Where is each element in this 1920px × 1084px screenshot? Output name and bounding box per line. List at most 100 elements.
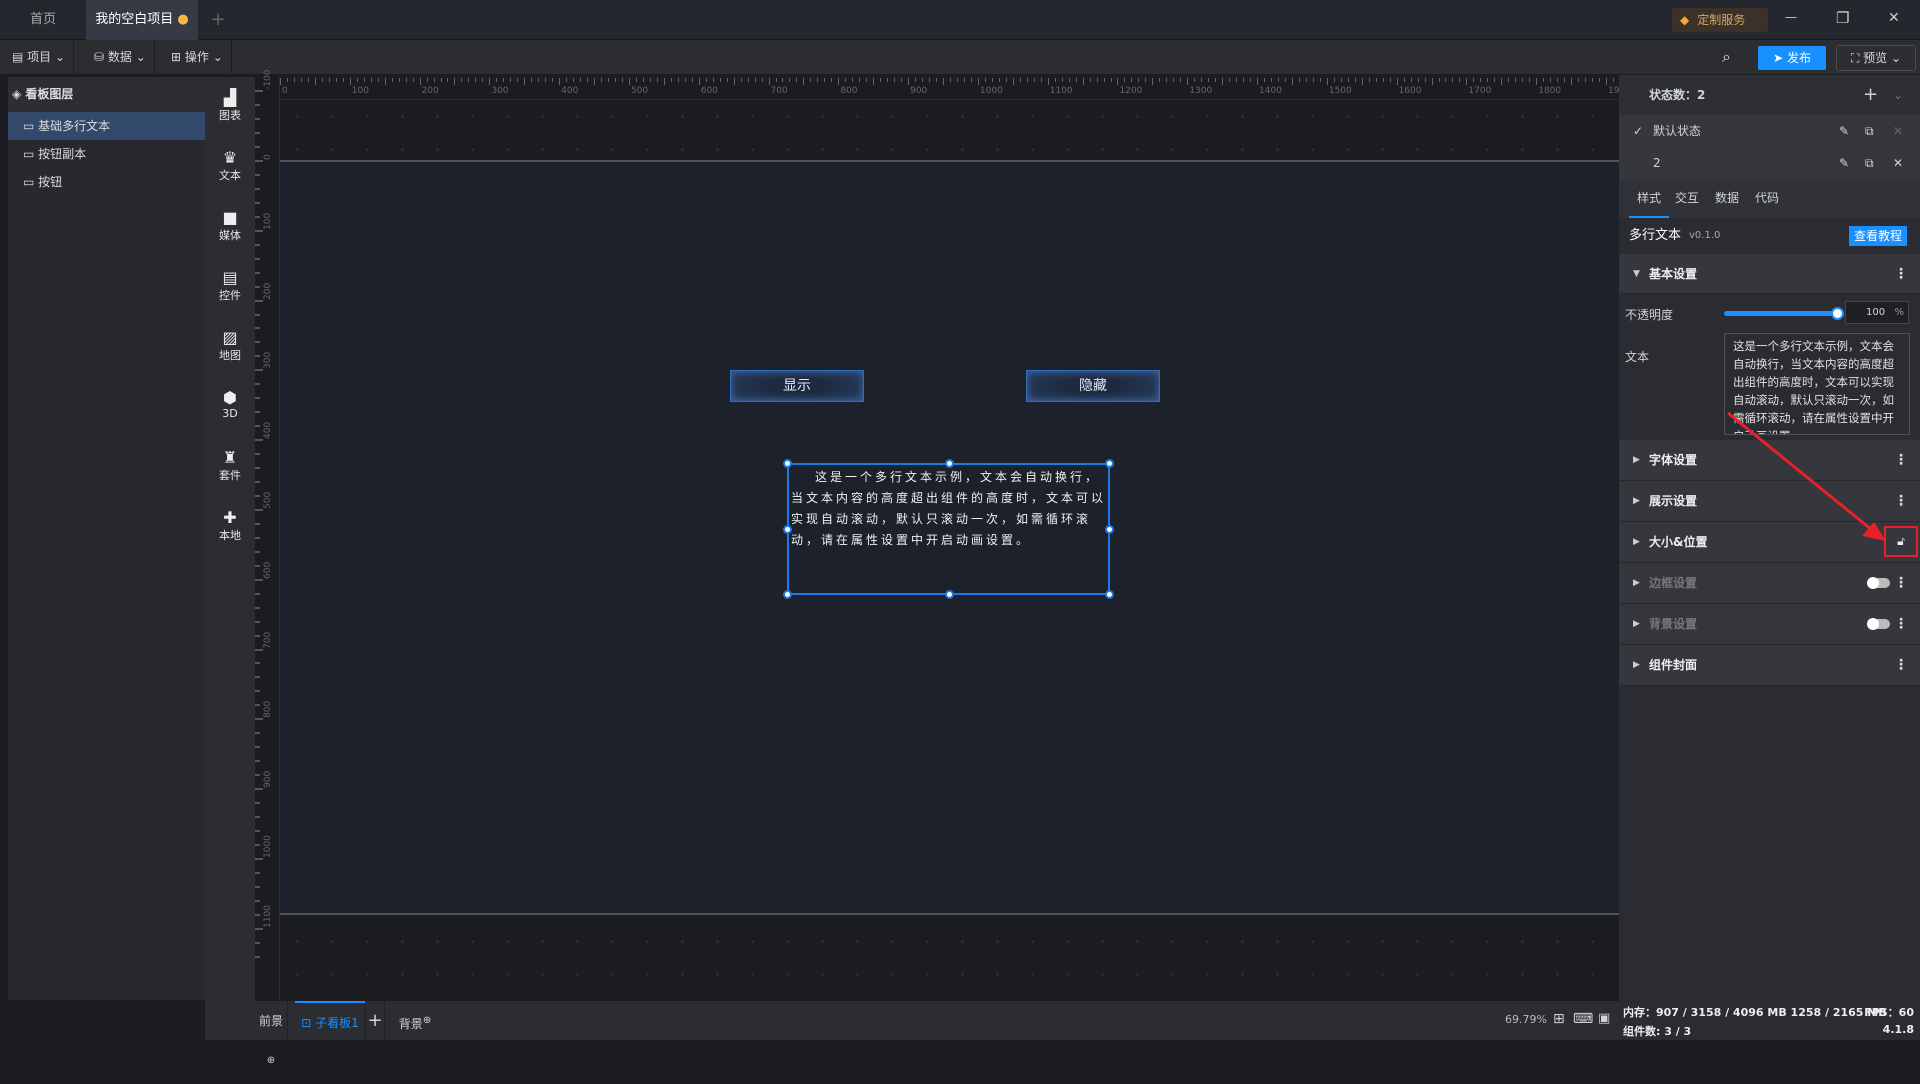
tab-interaction[interactable]: 交互 [1675, 180, 1699, 216]
more-icon[interactable]: ⋮ [1894, 481, 1908, 521]
layer-item[interactable]: ▭ 基础多行文本 [8, 112, 205, 140]
tab-style[interactable]: 样式 [1629, 180, 1669, 218]
add-board-button[interactable]: + [365, 1001, 385, 1041]
ruler-tick [1501, 78, 1503, 85]
add-circle-icon[interactable]: ⊕ [267, 1055, 275, 1066]
minimize-button[interactable]: — [1785, 10, 1797, 24]
more-icon[interactable]: ⋮ [1894, 254, 1908, 294]
section-font[interactable]: ▶ 字体设置 ⋮ [1619, 440, 1920, 481]
text-category[interactable]: ♛ 文本 [205, 149, 255, 183]
ruler-tick [740, 78, 742, 82]
resize-handle[interactable] [1105, 459, 1114, 468]
zoom-level[interactable]: 69.79% [1505, 1013, 1547, 1026]
ruler-tick [391, 78, 393, 82]
restore-button[interactable]: ❐ [1836, 9, 1849, 27]
ruler-tick [1585, 78, 1587, 82]
layer-item[interactable]: ▭ 按钮 [8, 168, 205, 196]
section-background[interactable]: ▶ 背景设置 ⋮ [1619, 604, 1920, 645]
search-icon[interactable]: ⌕ [1722, 47, 1731, 67]
text-input[interactable]: 这是一个多行文本示例，文本会自动换行，当文本内容的高度超出组件的高度时，文本可以… [1724, 333, 1910, 435]
keyboard-icon[interactable]: ⌨ [1573, 1011, 1593, 1027]
hide-button[interactable]: 隐藏 [1026, 370, 1160, 402]
resize-handle[interactable] [945, 459, 954, 468]
section-cover[interactable]: ▶ 组件封面 ⋮ [1619, 645, 1920, 686]
slider-thumb[interactable] [1831, 307, 1844, 320]
custom-service-button[interactable]: ◆ 定制服务 [1672, 8, 1768, 32]
ruler-label: 400 [263, 421, 273, 440]
ruler-tick [698, 78, 700, 85]
media-category[interactable]: ■ 媒体 [205, 209, 255, 243]
ruler-tick [1124, 78, 1126, 82]
close-button[interactable]: ✕ [1888, 10, 1900, 26]
fit-screen-icon[interactable]: ⊞ [1553, 1011, 1565, 1027]
chevron-down-icon[interactable]: ⌄ [1893, 75, 1903, 115]
multiline-text-component[interactable]: 这是一个多行文本示例，文本会自动换行，当文本内容的高度超出组件的高度时，文本可以… [783, 459, 1114, 599]
section-border[interactable]: ▶ 边框设置 ⋮ [1619, 563, 1920, 604]
background-toggle[interactable] [1867, 618, 1890, 630]
section-display[interactable]: ▶ 展示设置 ⋮ [1619, 481, 1920, 522]
foreground-tab[interactable]: 前景 ⊕ [255, 1001, 288, 1066]
local-category[interactable]: ✚ 本地 [205, 509, 255, 543]
layer-item[interactable]: ▭ 按钮副本 [8, 140, 205, 168]
lock-icon[interactable]: 🔓︎ [1884, 526, 1918, 557]
resize-handle[interactable] [1105, 525, 1114, 534]
edit-icon[interactable]: ✎ [1839, 115, 1849, 147]
state-item[interactable]: 2 ✎ ⧉ ✕ [1619, 147, 1920, 180]
ruler-tick [255, 802, 260, 805]
delete-icon[interactable]: ✕ [1893, 115, 1903, 147]
ruler-tick [1145, 78, 1147, 82]
more-icon[interactable]: ⋮ [1894, 563, 1908, 603]
show-button[interactable]: 显示 [730, 370, 864, 402]
resize-handle[interactable] [783, 590, 792, 599]
section-label: 背景设置 [1649, 617, 1698, 631]
state-item[interactable]: ✓ 默认状态 ✎ ⧉ ✕ [1619, 115, 1920, 147]
map-category[interactable]: ▨ 地图 [205, 329, 255, 363]
ruler-tick [328, 78, 330, 82]
sub-board-tab[interactable]: ⊡ 子看板1 [295, 1001, 365, 1041]
publish-button[interactable]: ➤ 发布 [1758, 46, 1826, 70]
opacity-input[interactable]: 100% [1845, 301, 1909, 324]
ruler-tick [255, 871, 260, 874]
add-circle-icon[interactable]: ⊕ [423, 1015, 431, 1026]
data-menu[interactable]: ⛁ 数据 ⌄ [86, 40, 155, 75]
more-icon[interactable]: ⋮ [1894, 604, 1908, 644]
preview-button[interactable]: ⛶ 预览 ⌄ [1836, 45, 1916, 71]
project-menu[interactable]: ▤ 项目 ⌄ [4, 40, 75, 75]
new-tab-button[interactable]: + [206, 0, 230, 40]
copy-icon[interactable]: ⧉ [1865, 147, 1874, 180]
ruler-tick [943, 78, 944, 85]
operations-menu[interactable]: ⊞ 操作 ⌄ [163, 40, 232, 75]
background-tab[interactable]: 背景⊕ [395, 1001, 435, 1041]
ruler-tick [255, 229, 263, 232]
more-icon[interactable]: ⋮ [1894, 440, 1908, 480]
tab-project[interactable]: 我的空白项目 ● [86, 0, 198, 40]
tutorial-button[interactable]: 查看教程 [1849, 226, 1907, 246]
border-toggle[interactable] [1867, 577, 1890, 589]
chart-category[interactable]: ▟ 图表 [205, 89, 255, 123]
ruler-tick [255, 941, 260, 944]
more-icon[interactable]: ⋮ [1894, 645, 1908, 685]
tab-data[interactable]: 数据 [1715, 180, 1739, 216]
terminal-icon[interactable]: ▣ [1598, 1011, 1610, 1026]
ruler-label: 700 [263, 631, 273, 649]
ruler-tick [908, 78, 910, 85]
tab-home[interactable]: 首页 [0, 0, 86, 40]
edit-icon[interactable]: ✎ [1839, 147, 1849, 180]
ruler-tick [1382, 78, 1384, 82]
shirt-icon: ♜ [222, 448, 238, 467]
section-basic[interactable]: ▼ 基本设置 ⋮ [1619, 254, 1920, 294]
delete-icon[interactable]: ✕ [1893, 147, 1903, 180]
3d-category[interactable]: ⬢ 3D [205, 389, 255, 421]
resize-handle[interactable] [783, 525, 792, 534]
resize-handle[interactable] [1105, 590, 1114, 599]
copy-icon[interactable]: ⧉ [1865, 115, 1874, 147]
opacity-slider[interactable] [1724, 307, 1844, 320]
kit-category[interactable]: ♜ 套件 [205, 449, 255, 483]
add-state-icon[interactable]: + [1863, 75, 1878, 115]
foreground-label: 前景 [258, 1014, 283, 1028]
tab-code[interactable]: 代码 [1755, 180, 1779, 216]
resize-handle[interactable] [783, 459, 792, 468]
resize-handle[interactable] [945, 590, 954, 599]
control-category[interactable]: ▤ 控件 [205, 269, 255, 303]
section-size-position[interactable]: ▶ 大小&位置 🔓︎ [1619, 522, 1920, 563]
